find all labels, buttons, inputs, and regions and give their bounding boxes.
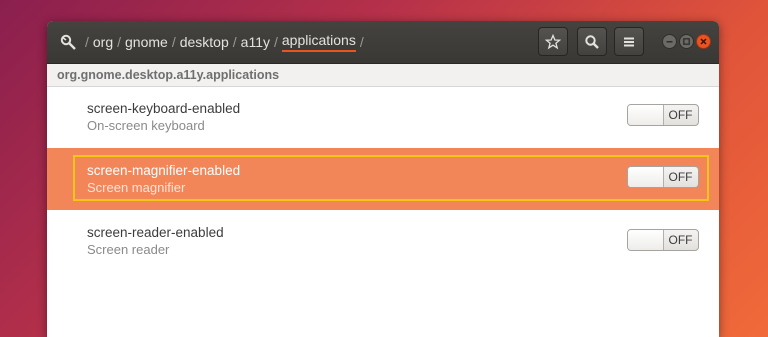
setting-key: screen-reader-enabled [87,225,224,240]
breadcrumb-a11y[interactable]: a11y [241,34,270,50]
menu-button[interactable] [614,27,644,56]
setting-description: Screen magnifier [87,180,186,195]
bookmark-button[interactable] [538,27,568,56]
toggle-state-label: OFF [668,233,693,247]
close-icon [700,38,707,45]
star-icon [545,33,561,49]
schema-path-header: org.gnome.desktop.a11y.applications [47,64,719,87]
toggle-state-label: OFF [668,170,693,184]
toggle-knob [628,230,664,250]
header-bar: / org / gnome / desktop / a11y / applica… [47,21,719,64]
maximize-icon [683,38,690,45]
toggle-knob [628,105,664,125]
breadcrumb-separator: / [171,34,176,50]
toggle-state-label: OFF [668,108,693,122]
hamburger-menu-icon [624,37,634,46]
breadcrumb-gnome[interactable]: gnome [125,34,168,50]
settings-row-screen-reader[interactable]: screen-reader-enabled Screen reader OFF [47,210,719,272]
maximize-button[interactable] [679,34,694,49]
breadcrumb: / org / gnome / desktop / a11y / applica… [59,21,368,63]
screen-keyboard-toggle[interactable]: OFF [627,104,699,126]
breadcrumb-separator: / [85,34,89,50]
breadcrumb-separator: / [232,34,237,50]
setting-key: screen-magnifier-enabled [87,163,241,178]
setting-description: On-screen keyboard [87,118,205,133]
setting-description: Screen reader [87,242,170,257]
minimize-icon [666,41,673,43]
dconf-editor-icon [60,34,76,50]
toggle-knob [628,167,664,187]
dconf-editor-window: / org / gnome / desktop / a11y / applica… [47,21,719,337]
settings-row-screen-magnifier[interactable]: screen-magnifier-enabled Screen magnifie… [47,148,719,210]
breadcrumb-org[interactable]: org [93,34,113,50]
close-button[interactable] [696,34,711,49]
search-button[interactable] [577,27,607,56]
breadcrumb-applications[interactable]: applications [281,32,356,52]
breadcrumb-separator: / [359,34,364,50]
search-icon [585,34,599,49]
screen-magnifier-toggle[interactable]: OFF [627,166,699,188]
minimize-button[interactable] [662,34,677,49]
screen-reader-toggle[interactable]: OFF [627,229,699,251]
setting-key: screen-keyboard-enabled [87,101,241,116]
breadcrumb-separator: / [273,34,278,50]
breadcrumb-desktop[interactable]: desktop [180,34,229,50]
settings-row-screen-keyboard[interactable]: screen-keyboard-enabled On-screen keyboa… [47,86,719,148]
breadcrumb-separator: / [117,34,122,50]
